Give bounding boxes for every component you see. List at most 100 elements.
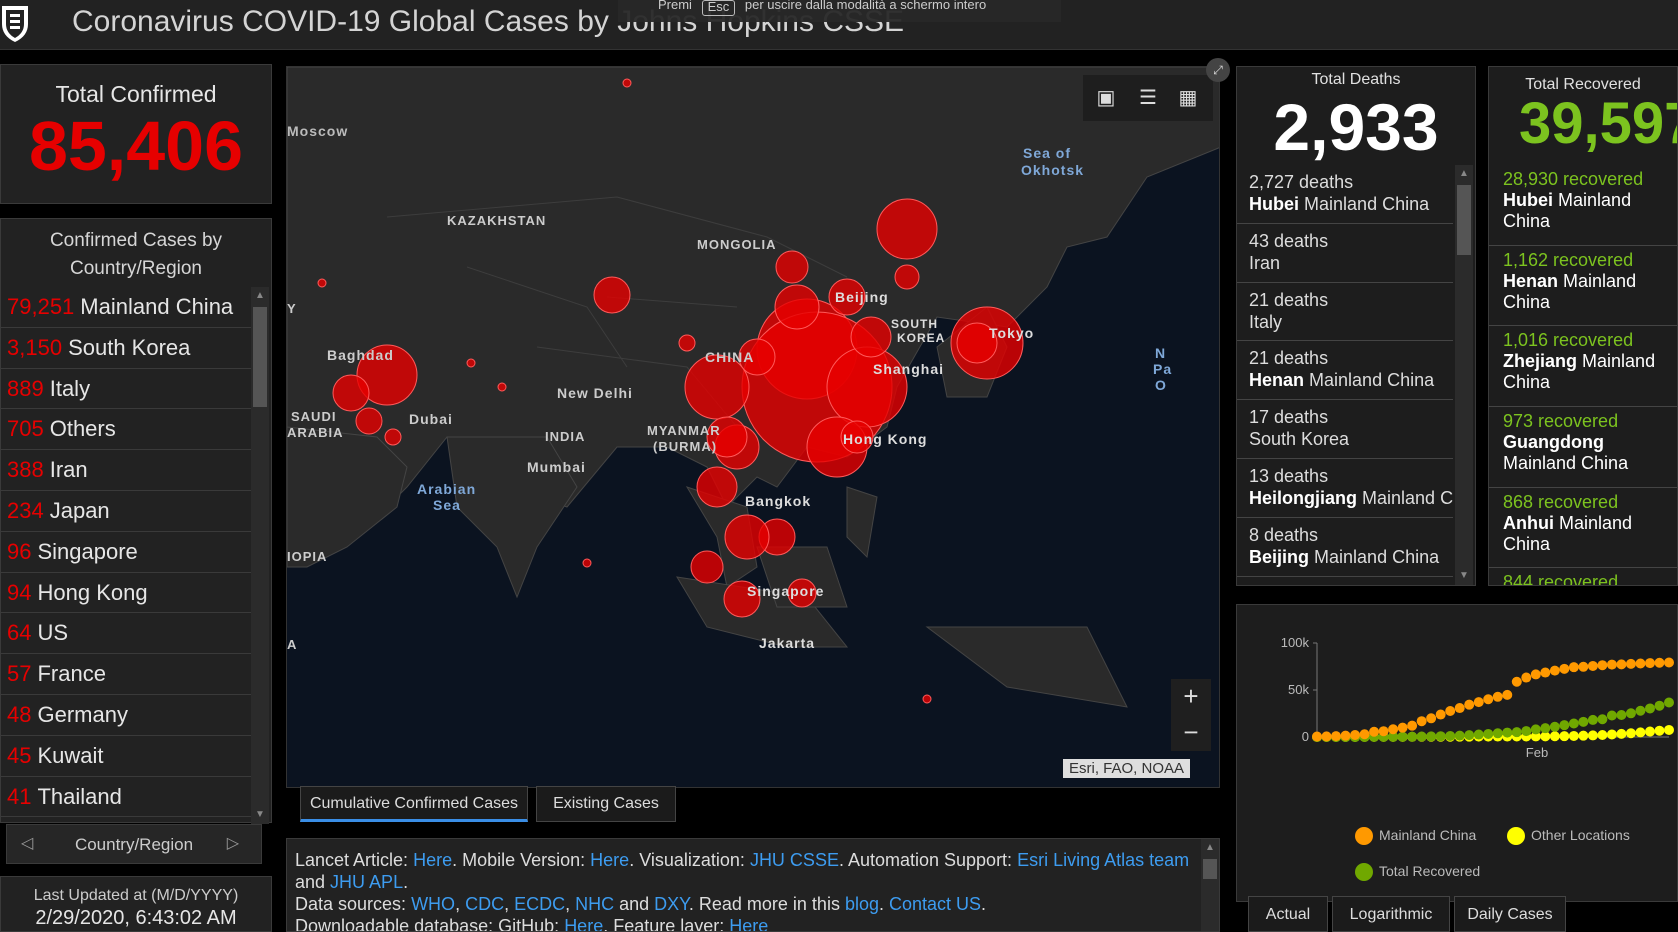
deaths-list-item[interactable]: 13 deathsHeilongjiang Mainland China [1237,459,1453,518]
next-page-icon[interactable]: ▷ [227,833,239,853]
series-point-other-locations[interactable] [1616,728,1627,739]
zoom-out-button[interactable]: − [1171,715,1211,751]
series-point-total-recovered[interactable] [1511,727,1522,738]
series-point-total-recovered[interactable] [1435,731,1446,742]
tab-actual[interactable]: Actual [1248,896,1328,932]
series-point-mainland-china[interactable] [1378,726,1389,737]
case-bubble[interactable] [332,374,370,412]
series-point-mainland-china[interactable] [1454,703,1465,714]
series-point-mainland-china[interactable] [1568,662,1579,673]
country-list-item[interactable]: 45 Kuwait [1,736,251,777]
case-bubble[interactable] [690,550,724,584]
series-point-other-locations[interactable] [1644,726,1655,737]
case-bubble[interactable] [922,694,932,704]
blog-link[interactable]: blog [845,894,879,914]
case-bubble[interactable] [384,428,402,446]
case-bubble[interactable] [876,198,938,260]
series-point-total-recovered[interactable] [1492,728,1503,739]
country-list-item[interactable]: 705 Others [1,409,251,451]
series-point-total-recovered[interactable] [1454,730,1465,741]
series-point-mainland-china[interactable] [1473,697,1484,708]
series-point-total-recovered[interactable] [1549,721,1560,732]
series-point-other-locations[interactable] [1654,725,1665,736]
series-point-total-recovered[interactable] [1654,700,1665,711]
deaths-list-item[interactable]: 21 deaths Henan Mainland China [1237,341,1453,401]
series-point-total-recovered[interactable] [1473,729,1484,740]
series-point-mainland-china[interactable] [1435,709,1446,720]
lancet-link[interactable]: Here [413,850,452,870]
case-bubble[interactable] [622,78,632,88]
tab-cumulative-confirmed[interactable]: Cumulative Confirmed Cases [300,786,528,822]
series-point-mainland-china[interactable] [1530,669,1541,680]
jhu-apl-link[interactable]: JHU APL [330,872,403,892]
series-point-mainland-china[interactable] [1606,659,1617,670]
country-list-item[interactable]: 48 Germany [1,695,251,736]
deaths-list-item[interactable]: 2,727 deaths Hubei Mainland China [1237,165,1453,224]
scroll-up-icon[interactable]: ▲ [251,287,269,305]
basemap-gallery-icon[interactable]: ▦ [1175,85,1201,111]
case-bubble[interactable] [894,264,920,290]
ecdc-link[interactable]: ECDC [514,894,565,914]
country-list-item[interactable]: 41 Thailand [1,777,251,818]
scroll-down-icon[interactable]: ▼ [1455,567,1473,585]
series-point-total-recovered[interactable] [1568,718,1579,729]
country-list-item[interactable]: 96 Singapore [1,532,251,573]
series-point-mainland-china[interactable] [1502,689,1513,700]
cdc-link[interactable]: CDC [465,894,504,914]
recovered-list-item[interactable]: 868 recovered Anhui Mainland China [1489,488,1677,569]
deaths-list-item[interactable]: 43 deaths Iran [1237,224,1453,283]
who-link[interactable]: WHO [411,894,455,914]
series-point-total-recovered[interactable] [1616,710,1627,721]
series-point-mainland-china[interactable] [1321,731,1332,742]
feature-layer-link[interactable]: Here [729,916,768,931]
case-bubble[interactable] [850,316,892,358]
scroll-up-icon[interactable]: ▲ [1455,165,1473,183]
series-point-total-recovered[interactable] [1635,705,1646,716]
case-bubble[interactable] [355,407,383,435]
series-point-total-recovered[interactable] [1664,697,1674,708]
map-view[interactable]: Moscow KAZAKHSTAN MONGOLIA Sea of Okhotsk Bag… [286,66,1220,788]
country-list-item[interactable]: 388 Iran [1,450,251,491]
series-point-other-locations[interactable] [1587,730,1598,741]
scrollbar-thumb[interactable] [1457,185,1471,255]
series-point-total-recovered[interactable] [1483,728,1494,739]
zoom-in-button[interactable]: + [1171,679,1211,715]
case-bubble[interactable] [497,382,507,392]
case-bubble[interactable] [826,346,908,428]
scrollbar-thumb[interactable] [1203,859,1217,879]
series-point-mainland-china[interactable] [1635,658,1646,669]
series-point-mainland-china[interactable] [1407,720,1418,731]
series-point-mainland-china[interactable] [1369,726,1380,737]
contact-us-link[interactable]: Contact US [889,894,981,914]
country-list-item[interactable]: 57 France [1,654,251,695]
series-point-other-locations[interactable] [1606,729,1617,740]
scrollbar-thumb[interactable] [253,307,267,407]
series-point-total-recovered[interactable] [1464,730,1475,741]
case-bubble[interactable] [775,250,809,284]
country-list-scrollbar[interactable]: ▲ ▼ [251,287,269,824]
series-point-other-locations[interactable] [1578,730,1589,741]
country-list-item[interactable]: 64 US [1,613,251,655]
recovered-list-item[interactable]: 844 recovered [1489,568,1677,585]
tab-existing-cases[interactable]: Existing Cases [536,786,676,822]
deaths-list-item[interactable]: 17 deaths South Korea [1237,400,1453,459]
deaths-scrollbar[interactable]: ▲ ▼ [1455,165,1473,585]
series-point-mainland-china[interactable] [1654,657,1665,668]
series-point-mainland-china[interactable] [1540,667,1551,678]
series-point-mainland-china[interactable] [1340,730,1351,741]
series-point-mainland-china[interactable] [1397,722,1408,733]
mobile-version-link[interactable]: Here [590,850,629,870]
tab-daily-cases[interactable]: Daily Cases [1454,896,1566,932]
series-point-mainland-china[interactable] [1445,706,1456,717]
recovered-list-item[interactable]: 1,016 recovered Zhejiang Mainland China [1489,326,1677,408]
expand-icon[interactable]: ⤢ [1206,58,1230,82]
tab-logarithmic[interactable]: Logarithmic [1332,896,1450,932]
series-point-mainland-china[interactable] [1644,658,1655,669]
series-point-mainland-china[interactable] [1616,659,1627,670]
case-bubble[interactable] [724,514,770,560]
deaths-list-item[interactable]: 8 deaths Beijing Mainland China [1237,518,1453,577]
series-point-other-locations[interactable] [1568,730,1579,741]
series-point-total-recovered[interactable] [1407,731,1418,742]
series-point-mainland-china[interactable] [1359,729,1370,740]
series-point-mainland-china[interactable] [1559,663,1570,674]
